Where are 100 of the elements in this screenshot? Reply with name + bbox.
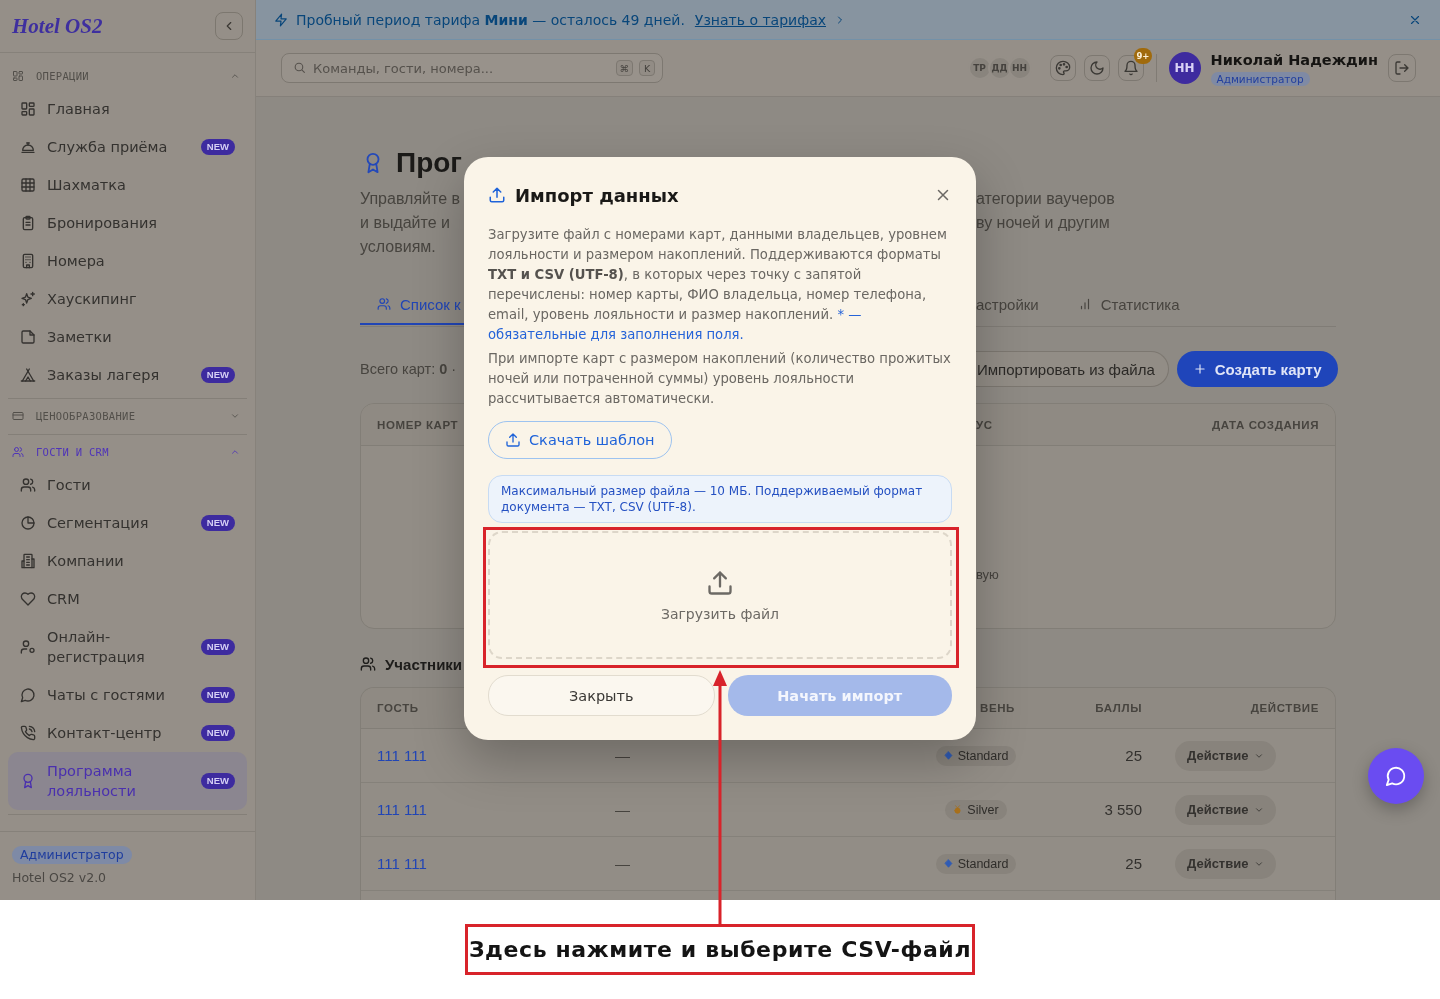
- clipboard-icon: [20, 215, 36, 231]
- app-logo: Hotel OS2: [12, 13, 103, 39]
- pricing-link[interactable]: Узнать о тарифах: [694, 11, 826, 28]
- description-text: атегории ваучеров: [976, 189, 1116, 209]
- users-icon: [20, 477, 36, 493]
- tier-label: Standard: [957, 748, 1009, 763]
- outline-button[interactable]: Импортировать из файла: [976, 351, 1169, 387]
- building-icon: [20, 253, 36, 269]
- nav-item[interactable]: CRM: [8, 580, 247, 618]
- dashboard-icon: [12, 70, 24, 82]
- users-icon: [377, 297, 391, 311]
- column-header: ДАТА СОЗДАНИЯ: [1211, 418, 1319, 431]
- nav-item[interactable]: Контакт-центр NEW: [8, 714, 247, 752]
- upload-icon: [488, 186, 506, 204]
- user-avatar: ДД: [987, 56, 1012, 80]
- new-badge: NEW: [200, 515, 235, 531]
- dash-text: —: [615, 747, 630, 764]
- nav-item[interactable]: Сегментация NEW: [8, 504, 247, 542]
- trial-message: Пробный период тарифа Мини — осталось 49 дней.: [296, 11, 685, 28]
- nav-item[interactable]: Гости: [8, 466, 247, 504]
- nav-item[interactable]: Онлайн-регистрация NEW: [8, 618, 247, 676]
- action-dropdown[interactable]: Действие: [1175, 740, 1277, 771]
- nav-item[interactable]: Служба приёма NEW: [8, 128, 247, 166]
- points-value: 3 550: [1104, 801, 1142, 818]
- nav-item[interactable]: Главная: [8, 90, 247, 128]
- action-dropdown[interactable]: Действие: [1175, 848, 1277, 879]
- guest-link[interactable]: 111 111: [377, 801, 427, 818]
- award-icon: [20, 773, 36, 789]
- service-bell-icon: [20, 139, 36, 155]
- nav-item[interactable]: Шахматка: [8, 166, 247, 204]
- description-text: и выдайте и: [360, 213, 451, 233]
- lightning-icon: [274, 12, 288, 27]
- column-header: БАЛЛЫ: [1095, 702, 1142, 714]
- user-gear-icon: [20, 639, 36, 655]
- new-badge: NEW: [200, 687, 235, 703]
- dark-mode-button[interactable]: [1083, 55, 1110, 81]
- description-text: условиям.: [360, 237, 437, 257]
- guest-link[interactable]: 111 111: [377, 747, 427, 764]
- column-header: НОМЕР КАРТ: [376, 418, 460, 431]
- nav-item[interactable]: Заказы лагеря NEW: [8, 356, 247, 394]
- action-dropdown[interactable]: Действие: [1175, 794, 1277, 825]
- upload-icon: [505, 432, 521, 448]
- page-title: Прог: [396, 146, 462, 180]
- upload-icon: [706, 568, 734, 597]
- logout-icon: [1394, 60, 1410, 76]
- grid-icon: [20, 177, 36, 193]
- nav-item[interactable]: Чаты с гостями NEW: [8, 676, 247, 714]
- points-value: 25: [1125, 747, 1142, 764]
- new-badge: NEW: [200, 725, 235, 741]
- shortcut-key: K: [639, 60, 655, 76]
- nav-item[interactable]: Программа лояльности NEW: [8, 752, 247, 810]
- new-badge: NEW: [200, 139, 235, 155]
- pie-chart-icon: [20, 515, 36, 531]
- search-icon: [293, 61, 306, 74]
- user-name: Николай Надеждин: [1210, 50, 1378, 69]
- points-value: 25: [1125, 855, 1142, 872]
- file-dropzone[interactable]: Загрузить файл: [488, 531, 952, 659]
- import-note: При импорте карт с размером накоплений (количество прожитых ночей или потраченной суммы) уровень лояльности рассчитывается автоматически.: [488, 350, 952, 408]
- user-avatar: НН: [1168, 52, 1201, 84]
- medal-icon: [953, 805, 963, 814]
- note-icon: [20, 329, 36, 345]
- nav-item[interactable]: Заметки: [8, 318, 247, 356]
- new-badge: NEW: [200, 773, 235, 789]
- column-header: УС: [976, 418, 993, 431]
- nav-item[interactable]: Хаускипинг: [8, 280, 247, 318]
- column-header: ВЕНЬ: [980, 702, 1015, 714]
- nav-section-toggle[interactable]: ЦЕНООБРАЗОВАНИЕ: [8, 402, 247, 430]
- bell-icon: [1122, 60, 1139, 76]
- dialog-title: Импорт данных: [515, 184, 680, 206]
- cards-count: Всего карт: 0 ·: [360, 361, 458, 377]
- tab[interactable]: астройки: [976, 283, 1055, 325]
- tab[interactable]: Статистика: [1061, 283, 1196, 325]
- user-avatar: НН: [1007, 56, 1032, 80]
- phone-icon: [20, 725, 36, 741]
- tier-label: Silver: [967, 802, 999, 817]
- nav-item[interactable]: Компании: [8, 542, 247, 580]
- nav-section-toggle[interactable]: ГОСТИ И CRM: [8, 438, 247, 466]
- dash-text: —: [615, 801, 630, 818]
- tab[interactable]: Список к: [360, 283, 464, 325]
- tent-icon: [20, 367, 36, 383]
- cancel-button[interactable]: Закрыть: [488, 675, 715, 716]
- role-badge: Администратор: [1210, 71, 1310, 86]
- logout-button[interactable]: [1388, 54, 1416, 82]
- nav-section-toggle[interactable]: ОПЕРАЦИИ: [8, 62, 247, 90]
- diamond-icon: [943, 751, 953, 760]
- dash-text: —: [615, 855, 630, 872]
- new-badge: NEW: [200, 639, 235, 655]
- nav-item[interactable]: Номера: [8, 242, 247, 280]
- nav-item[interactable]: Бронирования: [8, 204, 247, 242]
- users-icon: [12, 446, 24, 458]
- palette-button[interactable]: [1049, 55, 1076, 81]
- new-badge: NEW: [200, 367, 235, 383]
- chat-bubble-icon: [1385, 765, 1407, 787]
- palette-icon: [1054, 60, 1071, 76]
- plus-icon: [1192, 362, 1207, 376]
- primary-button[interactable]: Создать карту: [1176, 351, 1338, 387]
- notification-count: 9+: [1134, 48, 1152, 64]
- user-avatar: ТР: [967, 56, 992, 80]
- guest-link[interactable]: 111 111: [377, 855, 427, 872]
- column-header: ДЕЙСТВИЕ: [1250, 702, 1319, 714]
